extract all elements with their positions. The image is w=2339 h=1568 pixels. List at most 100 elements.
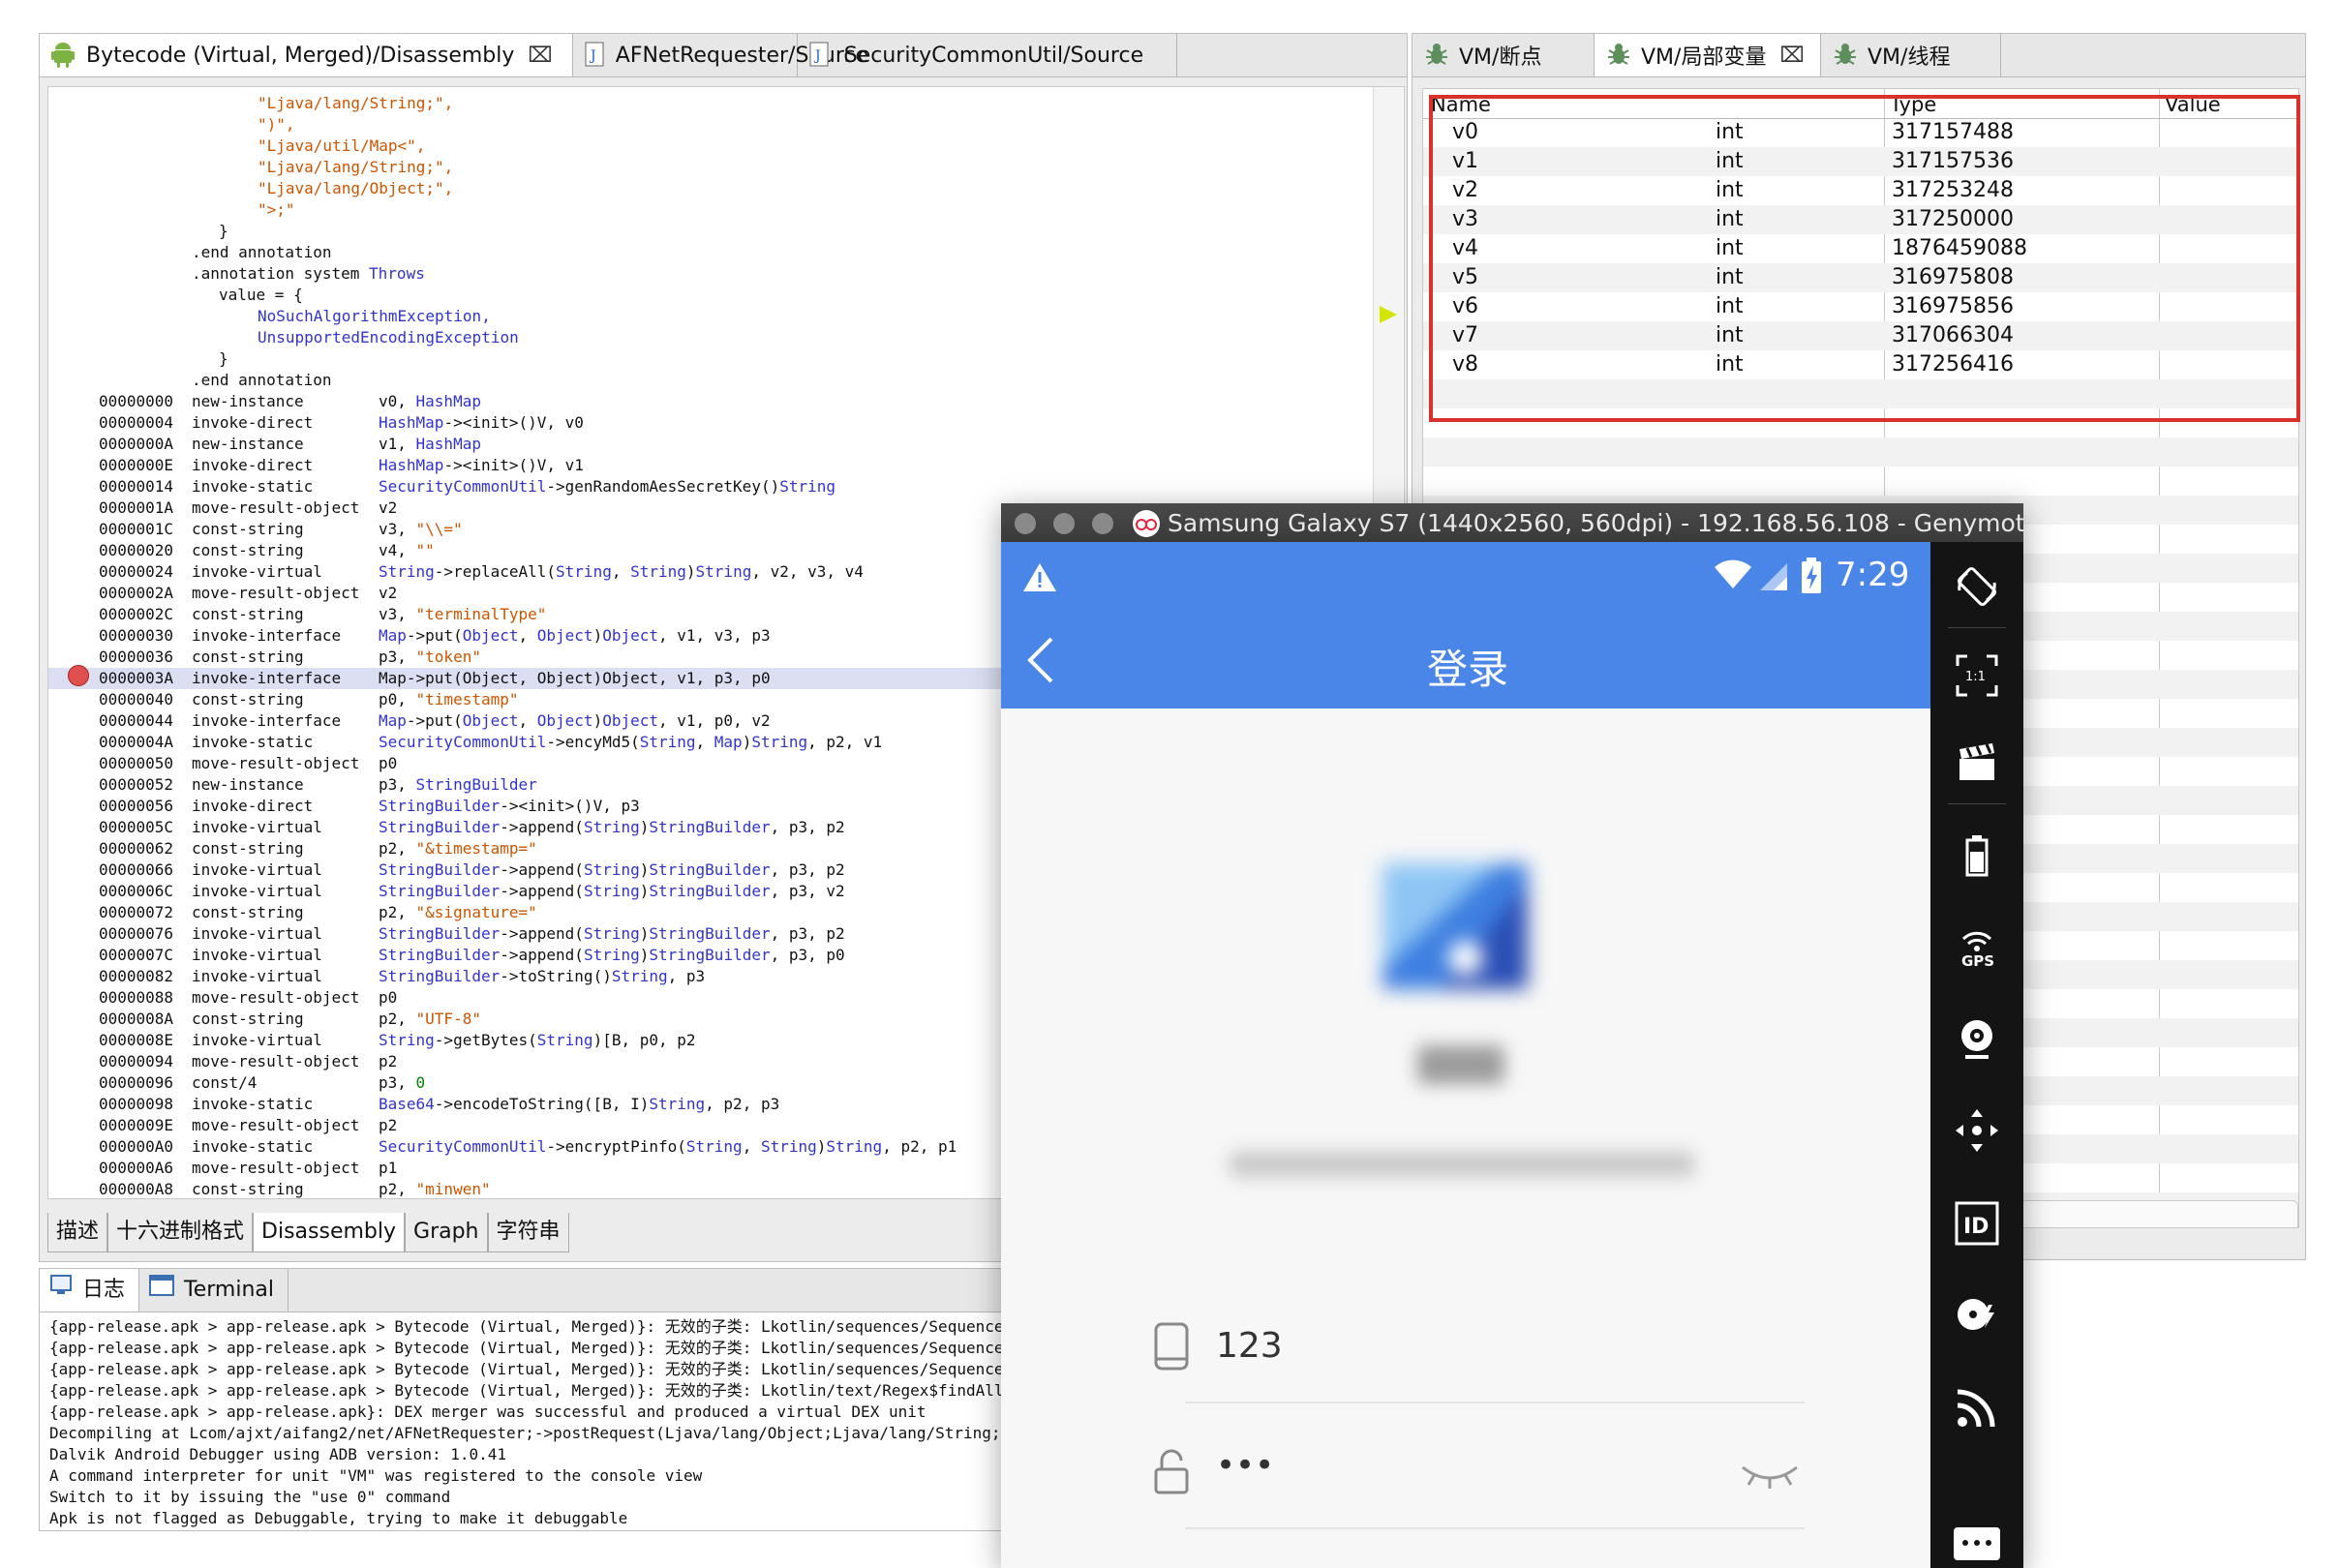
battery-charging-icon — [1801, 558, 1822, 598]
phone-input-value[interactable]: 123 — [1216, 1326, 1283, 1366]
back-arrow-icon[interactable] — [1026, 637, 1055, 687]
code-token: ->encyMd5( — [546, 733, 640, 751]
code-token: "terminalType" — [415, 605, 547, 623]
code-token: , p2, p3 — [705, 1095, 780, 1113]
code-token: String — [379, 562, 435, 581]
disk-io-icon[interactable] — [1950, 1287, 2004, 1342]
subtab-hex[interactable]: 十六进制格式 — [107, 1213, 254, 1252]
code-line[interactable]: NoSuchAlgorithmException, — [48, 306, 1404, 327]
pixel-perfect-icon[interactable]: 1:1 — [1950, 648, 2004, 703]
subtab-description[interactable]: 描述 — [47, 1213, 108, 1252]
code-token: SecurityCommonUtil — [379, 477, 547, 496]
zoom-window-button[interactable] — [1092, 513, 1113, 534]
code-token: String — [583, 860, 640, 879]
code-token: "Ljava/lang/String;", — [258, 158, 454, 176]
gps-icon[interactable]: GPS — [1950, 920, 2004, 974]
line-operands: p0, "timestamp" — [379, 689, 519, 710]
line-operands: v4, "" — [379, 540, 435, 561]
cast-icon[interactable] — [1950, 1380, 2004, 1434]
password-input-value[interactable]: ••• — [1216, 1446, 1274, 1485]
field-underline — [1185, 1527, 1805, 1529]
code-line[interactable]: "Ljava/util/Map<", — [48, 136, 1404, 157]
code-line[interactable]: .annotation system Throws — [48, 263, 1404, 285]
code-line[interactable]: 00000000 new-instance v0, HashMap — [48, 391, 1404, 412]
code-token: "\\=" — [415, 520, 463, 538]
line-address: 00000040 — [99, 690, 174, 709]
tab-vm-threads[interactable]: VM/线程 — [1821, 34, 2001, 76]
code-token: String — [556, 562, 612, 581]
app-logo — [1373, 844, 1547, 1009]
breakpoint-icon[interactable] — [68, 665, 89, 686]
tab-log[interactable]: 日志 — [40, 1269, 140, 1312]
lock-icon — [1154, 1448, 1189, 1498]
code-line[interactable]: } — [48, 221, 1404, 242]
line-address: 000000A8 — [99, 1180, 174, 1198]
android-icon — [51, 42, 75, 69]
webcam-icon[interactable] — [1950, 1012, 2004, 1067]
code-line[interactable]: ">;" — [48, 199, 1404, 221]
battery-icon[interactable] — [1950, 829, 2004, 883]
tab-bytecode-disassembly[interactable]: Bytecode (Virtual, Merged)/Disassembly ⌧ — [40, 34, 573, 76]
line-address: 00000082 — [99, 967, 174, 985]
code-line[interactable]: 00000004 invoke-direct HashMap-><init>()V,… — [48, 412, 1404, 434]
tab-vm-breakpoints[interactable]: VM/断点 — [1413, 34, 1595, 76]
minimize-window-button[interactable] — [1053, 513, 1075, 534]
close-icon[interactable]: ⌧ — [528, 44, 552, 68]
emulator-titlebar[interactable]: Samsung Galaxy S7 (1440x2560, 560dpi) - … — [1001, 503, 2023, 542]
app-title: 登录 — [1427, 646, 1509, 693]
tab-securitycommonutil-source[interactable]: J SecurityCommonUtil/Source — [798, 34, 1177, 76]
close-window-button[interactable] — [1015, 513, 1036, 534]
code-token: String — [760, 1137, 817, 1156]
code-line[interactable]: } — [48, 348, 1404, 370]
line-operands: value = { — [219, 285, 303, 306]
code-token: String — [779, 477, 836, 496]
device-id-icon[interactable]: ID — [1950, 1196, 2004, 1251]
code-token: )[B, p0, p2 — [592, 1031, 696, 1049]
line-operands: SecurityCommonUtil->encyMd5(String, Map)… — [379, 732, 882, 753]
code-line[interactable]: .end annotation — [48, 370, 1404, 391]
status-time: 7:29 — [1836, 556, 1910, 594]
code-line[interactable]: 00000014 invoke-static SecurityCommonUtil-… — [48, 476, 1404, 498]
subtab-strings[interactable]: 字符串 — [487, 1213, 569, 1252]
code-token: Map->put(Object, Object)Object, v1, p3, … — [379, 669, 771, 687]
horizontal-scrollbar[interactable] — [2010, 1200, 2298, 1227]
line-operands: p3, StringBuilder — [379, 774, 537, 796]
code-token: String — [611, 967, 668, 985]
code-token: ) — [592, 711, 603, 730]
navigation-icon[interactable] — [1950, 1103, 2004, 1158]
tab-vm-local-variables[interactable]: VM/局部变量 ⌧ — [1595, 34, 1821, 76]
code-line[interactable]: UnsupportedEncodingException — [48, 327, 1404, 348]
code-line[interactable]: .end annotation — [48, 242, 1404, 263]
code-line[interactable]: "Ljava/lang/String;", — [48, 93, 1404, 114]
code-line[interactable]: "Ljava/lang/String;", — [48, 157, 1404, 178]
code-token: StringBuilder — [649, 924, 771, 943]
tab-terminal[interactable]: Terminal — [139, 1269, 289, 1312]
code-token: "Ljava/lang/String;", — [258, 94, 454, 112]
close-icon[interactable]: ⌧ — [1779, 44, 1804, 68]
eye-closed-icon[interactable] — [1739, 1462, 1801, 1494]
line-address: 00000024 — [99, 562, 174, 581]
line-address: 00000094 — [99, 1052, 174, 1070]
device-screen[interactable]: 7:29 登录 123 ••• — [1001, 542, 1930, 1568]
code-token: , — [742, 1137, 761, 1156]
rotate-icon[interactable] — [1950, 559, 2004, 614]
subtab-disassembly[interactable]: Disassembly — [253, 1213, 406, 1252]
more-icon[interactable] — [1950, 1510, 2004, 1564]
tab-afnetrequester-source[interactable]: J AFNetRequester/Source — [573, 34, 868, 76]
code-line[interactable]: 0000000A new-instance v1, HashMap — [48, 434, 1404, 455]
line-address: 00000056 — [99, 797, 174, 815]
capture-icon[interactable] — [1950, 736, 2004, 790]
code-line[interactable]: "Ljava/lang/Object;", — [48, 178, 1404, 199]
phone-field[interactable]: 123 — [1127, 1287, 1805, 1403]
line-operands: StringBuilder->append(String)StringBuild… — [379, 923, 845, 945]
code-token: ->encryptPinfo( — [546, 1137, 686, 1156]
code-token: p0 — [379, 754, 398, 772]
subtab-graph[interactable]: Graph — [405, 1213, 488, 1252]
line-operands: "Ljava/lang/Object;", — [258, 178, 453, 199]
password-field[interactable]: ••• — [1127, 1413, 1805, 1529]
code-line[interactable]: ")", — [48, 114, 1404, 136]
code-line[interactable]: value = { — [48, 285, 1404, 306]
code-token: Object — [536, 711, 593, 730]
code-token: StringBuilder — [379, 797, 501, 815]
code-line[interactable]: 0000000E invoke-direct HashMap-><init>()V,… — [48, 455, 1404, 476]
